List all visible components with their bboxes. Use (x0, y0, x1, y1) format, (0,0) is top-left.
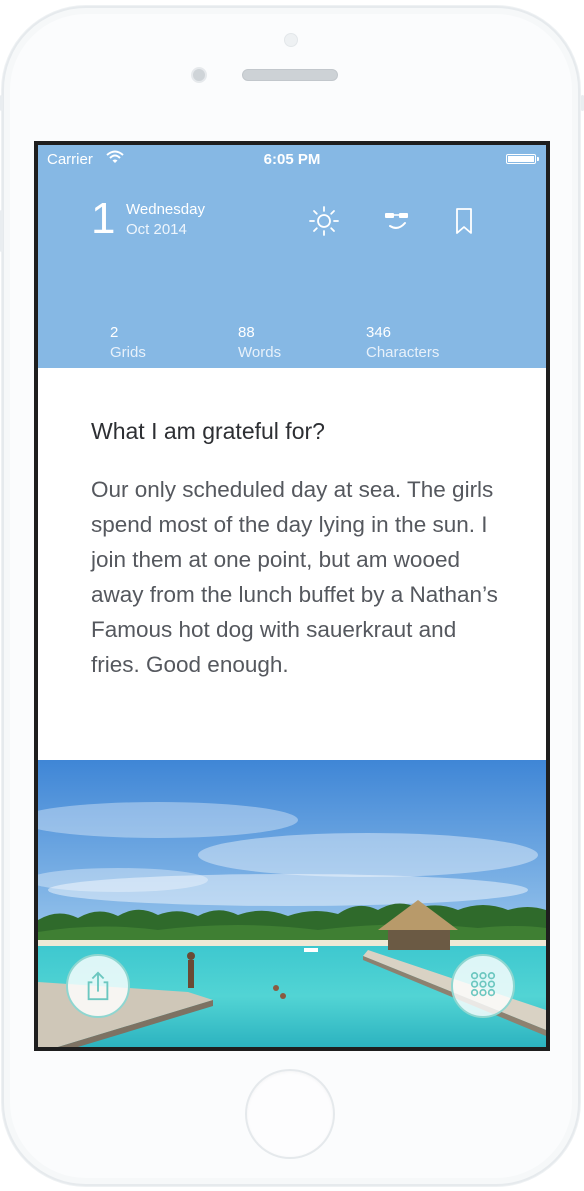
share-button[interactable] (66, 954, 130, 1018)
volume-button (0, 95, 3, 111)
entry-header: Carrier 6:05 PM 1 Wednesday Oct 2014 2 G… (38, 145, 546, 368)
stat-words: 88 Words (238, 323, 281, 363)
entry-body-text[interactable]: Our only scheduled day at sea. The girls… (91, 472, 501, 682)
mood-face-icon[interactable] (381, 205, 413, 237)
stat-value: 346 (366, 324, 392, 341)
day-number: 1 (91, 194, 116, 243)
front-sensor (284, 33, 298, 47)
entry-question: What I am grateful for? (91, 418, 325, 444)
screen: Carrier 6:05 PM 1 Wednesday Oct 2014 2 G… (34, 141, 550, 1051)
earpiece-speaker (242, 69, 338, 81)
volume-button (0, 210, 3, 252)
stat-label: Characters (366, 344, 440, 361)
battery-icon (506, 154, 539, 164)
stat-characters: 346 Characters (366, 323, 439, 363)
stat-value: 2 (110, 324, 119, 341)
front-camera (191, 67, 207, 83)
grid-icon (470, 972, 496, 997)
grid-button[interactable] (451, 954, 515, 1018)
stat-value: 88 (238, 324, 255, 341)
stat-label: Words (238, 344, 282, 361)
status-bar: Carrier 6:05 PM (38, 145, 546, 169)
bookmark-icon[interactable] (448, 205, 480, 237)
share-icon (87, 971, 109, 1001)
month-year-label: Oct 2014 (126, 221, 187, 238)
sun-icon[interactable] (308, 205, 340, 237)
app-view: Carrier 6:05 PM 1 Wednesday Oct 2014 2 G… (38, 145, 546, 1047)
entry-content: What I am grateful for? Our only schedul… (38, 368, 546, 760)
stat-grids: 2 Grids (110, 323, 146, 363)
home-button[interactable] (245, 1069, 335, 1159)
stat-label: Grids (110, 344, 146, 361)
weekday-label: Wednesday (126, 201, 205, 218)
status-time: 6:05 PM (263, 151, 321, 168)
